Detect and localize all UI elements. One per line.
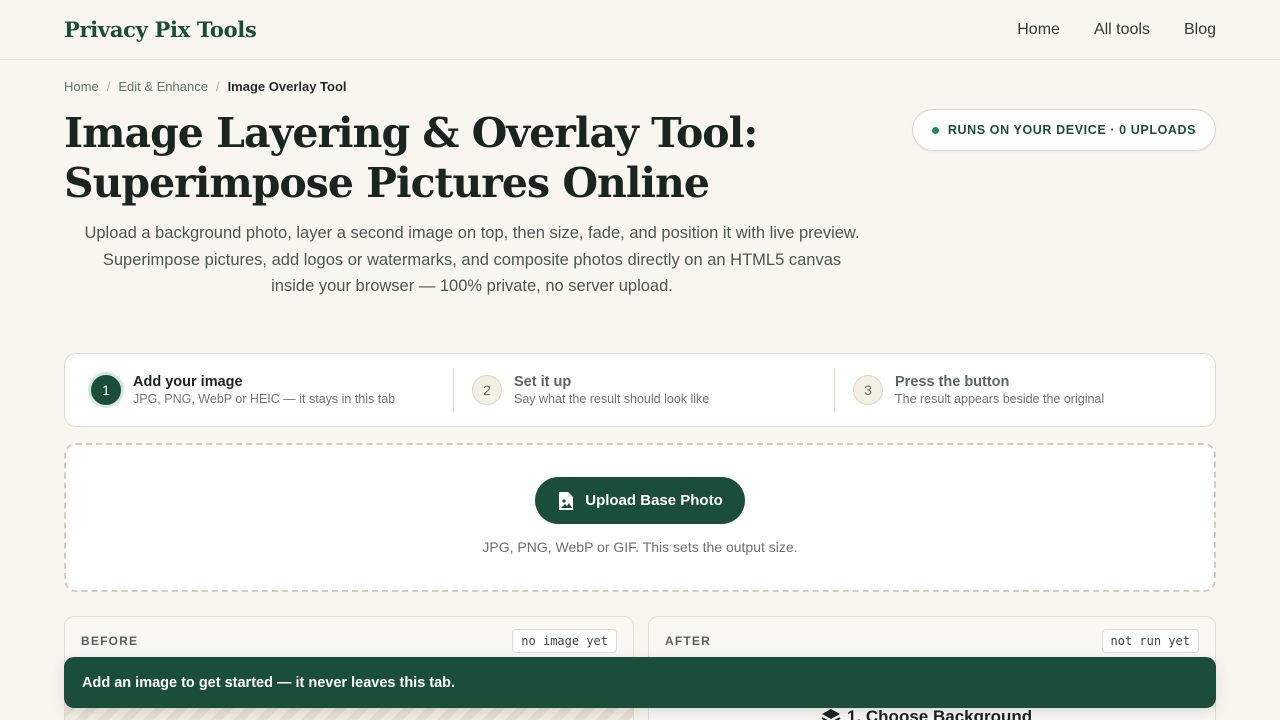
nav-home-link[interactable]: Home — [1017, 21, 1060, 39]
upload-hint: JPG, PNG, WebP or GIF. This sets the out… — [482, 539, 798, 555]
step-number: 1 — [91, 375, 121, 405]
main-nav: Home All tools Blog — [1017, 21, 1216, 39]
nav-all-tools-link[interactable]: All tools — [1094, 21, 1150, 39]
upload-base-photo-button[interactable]: Upload Base Photo — [535, 477, 745, 524]
empty-image-placeholder — [65, 707, 633, 720]
step-title: Set it up — [514, 374, 572, 390]
page-description: Upload a background photo, layer a secon… — [84, 224, 860, 295]
brand-logo[interactable]: Privacy Pix Tools — [64, 17, 257, 42]
breadcrumb-category[interactable]: Edit & Enhance — [118, 79, 208, 94]
breadcrumb-home[interactable]: Home — [64, 79, 99, 94]
step-1: 1 Add your image JPG, PNG, WebP or HEIC … — [65, 368, 453, 412]
page-title-line2: Superimpose Pictures Online — [64, 159, 710, 207]
page-title: Image Layering & Overlay Tool: Superimpo… — [64, 108, 824, 208]
before-label: BEFORE — [81, 634, 139, 648]
breadcrumb-separator: / — [215, 79, 220, 94]
step-subtitle: The result appears beside the original — [895, 392, 1105, 406]
step-2: 2 Set it up Say what the result should l… — [453, 368, 834, 412]
nav-blog-link[interactable]: Blog — [1184, 21, 1216, 39]
step-number: 2 — [472, 375, 502, 405]
step-subtitle: JPG, PNG, WebP or HEIC — it stays in thi… — [133, 392, 396, 406]
top-navigation: Privacy Pix Tools Home All tools Blog — [0, 0, 1280, 60]
choose-background-title: 1. Choose Background — [847, 707, 1033, 720]
after-status-tag: not run yet — [1101, 629, 1199, 653]
status-toast: Add an image to get started — it never l… — [64, 657, 1216, 708]
after-label: AFTER — [665, 634, 711, 648]
step-number: 3 — [853, 375, 883, 405]
page-title-line1: Image Layering & Overlay Tool: — [64, 109, 758, 157]
step-3: 3 Press the button The result appears be… — [834, 368, 1215, 412]
image-file-icon — [559, 491, 574, 510]
upload-button-label: Upload Base Photo — [585, 492, 723, 509]
status-dot-icon — [931, 126, 939, 134]
step-subtitle: Say what the result should look like — [514, 392, 710, 406]
steps-bar: 1 Add your image JPG, PNG, WebP or HEIC … — [64, 353, 1216, 427]
privacy-badge: RUNS ON YOUR DEVICE · 0 UPLOADS — [912, 109, 1216, 151]
privacy-badge-text: RUNS ON YOUR DEVICE · 0 UPLOADS — [947, 123, 1197, 137]
step-title: Add your image — [133, 374, 243, 390]
step-title: Press the button — [895, 374, 1010, 390]
breadcrumb: Home / Edit & Enhance / Image Overlay To… — [64, 79, 347, 94]
breadcrumb-current: Image Overlay Tool — [227, 79, 347, 94]
choose-background-heading: 1. Choose Background — [821, 707, 1032, 720]
breadcrumb-separator: / — [106, 79, 111, 94]
layers-icon — [821, 709, 841, 720]
before-status-tag: no image yet — [512, 629, 617, 653]
